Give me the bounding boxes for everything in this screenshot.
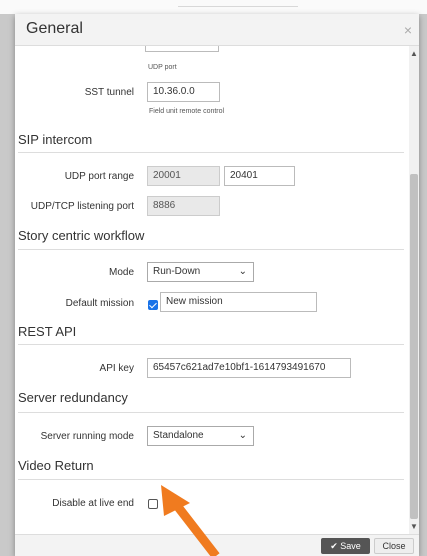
- checkmark-icon: ✔: [330, 541, 338, 551]
- sst-tunnel-input[interactable]: 10.36.0.0: [147, 82, 220, 102]
- scroll-up-icon[interactable]: ▲: [410, 49, 418, 58]
- scrollbar-thumb[interactable]: [410, 174, 418, 519]
- settings-scroll-area[interactable]: UDP port SST tunnel 10.36.0.0 Field unit…: [15, 46, 409, 534]
- listening-port-label: UDP/TCP listening port: [30, 201, 134, 212]
- section-divider: [18, 412, 404, 413]
- udp-port-range-to[interactable]: 20401: [224, 166, 295, 186]
- general-settings-dialog: General × UDP port SST tunnel 10.36.0.0 …: [15, 14, 419, 556]
- section-video-return: Video Return: [18, 458, 94, 473]
- api-key-input[interactable]: 65457c621ad7e10bf1-1614793491670: [147, 358, 351, 378]
- section-sip-intercom: SIP intercom: [18, 132, 93, 147]
- close-icon[interactable]: ×: [404, 22, 412, 38]
- default-mission-label: Default mission: [65, 298, 134, 309]
- vertical-scrollbar[interactable]: ▲ ▼: [409, 46, 419, 534]
- disable-at-live-end-label: Disable at live end: [52, 498, 134, 509]
- section-rest-api: REST API: [18, 324, 77, 339]
- background-overlay-right: [419, 14, 427, 556]
- section-divider: [18, 152, 404, 153]
- mode-select[interactable]: Run-Down ⌄: [147, 262, 254, 282]
- chevron-down-icon: ⌄: [238, 266, 247, 277]
- background-overlay-left: [0, 14, 15, 556]
- dialog-header: General ×: [15, 14, 419, 46]
- sst-tunnel-label: SST tunnel: [84, 87, 134, 98]
- section-divider: [18, 479, 404, 480]
- udp-port-range-from[interactable]: 20001: [147, 166, 220, 186]
- section-server-redundancy: Server redundancy: [18, 390, 128, 405]
- chevron-down-icon: ⌄: [238, 430, 247, 441]
- close-button[interactable]: Close: [374, 538, 414, 554]
- listening-port-input[interactable]: 8886: [147, 196, 220, 216]
- udp-port-help: UDP port: [148, 64, 177, 71]
- section-story-workflow: Story centric workflow: [18, 228, 145, 243]
- disable-at-live-end-checkbox[interactable]: [148, 499, 158, 509]
- mode-select-value: Run-Down: [153, 266, 201, 277]
- sst-tunnel-help: Field unit remote control: [149, 108, 225, 115]
- section-divider: [18, 249, 404, 250]
- server-running-mode-label: Server running mode: [40, 431, 134, 442]
- dialog-title: General: [26, 20, 83, 37]
- default-mission-input[interactable]: New mission: [160, 292, 317, 312]
- background-divider: [178, 6, 298, 7]
- udp-port-field[interactable]: [145, 46, 219, 52]
- dialog-footer: ✔ Save Close: [15, 534, 419, 556]
- server-mode-value: Standalone: [153, 430, 204, 441]
- api-key-label: API key: [99, 363, 134, 374]
- section-divider: [18, 344, 404, 345]
- scroll-down-icon[interactable]: ▼: [410, 522, 418, 531]
- server-running-mode-select[interactable]: Standalone ⌄: [147, 426, 254, 446]
- default-mission-checkbox[interactable]: [148, 300, 158, 310]
- udp-port-range-label: UDP port range: [64, 171, 134, 182]
- save-button[interactable]: ✔ Save: [321, 538, 370, 554]
- mode-label: Mode: [108, 267, 134, 278]
- save-button-label: Save: [340, 541, 361, 551]
- background-page: [0, 0, 427, 14]
